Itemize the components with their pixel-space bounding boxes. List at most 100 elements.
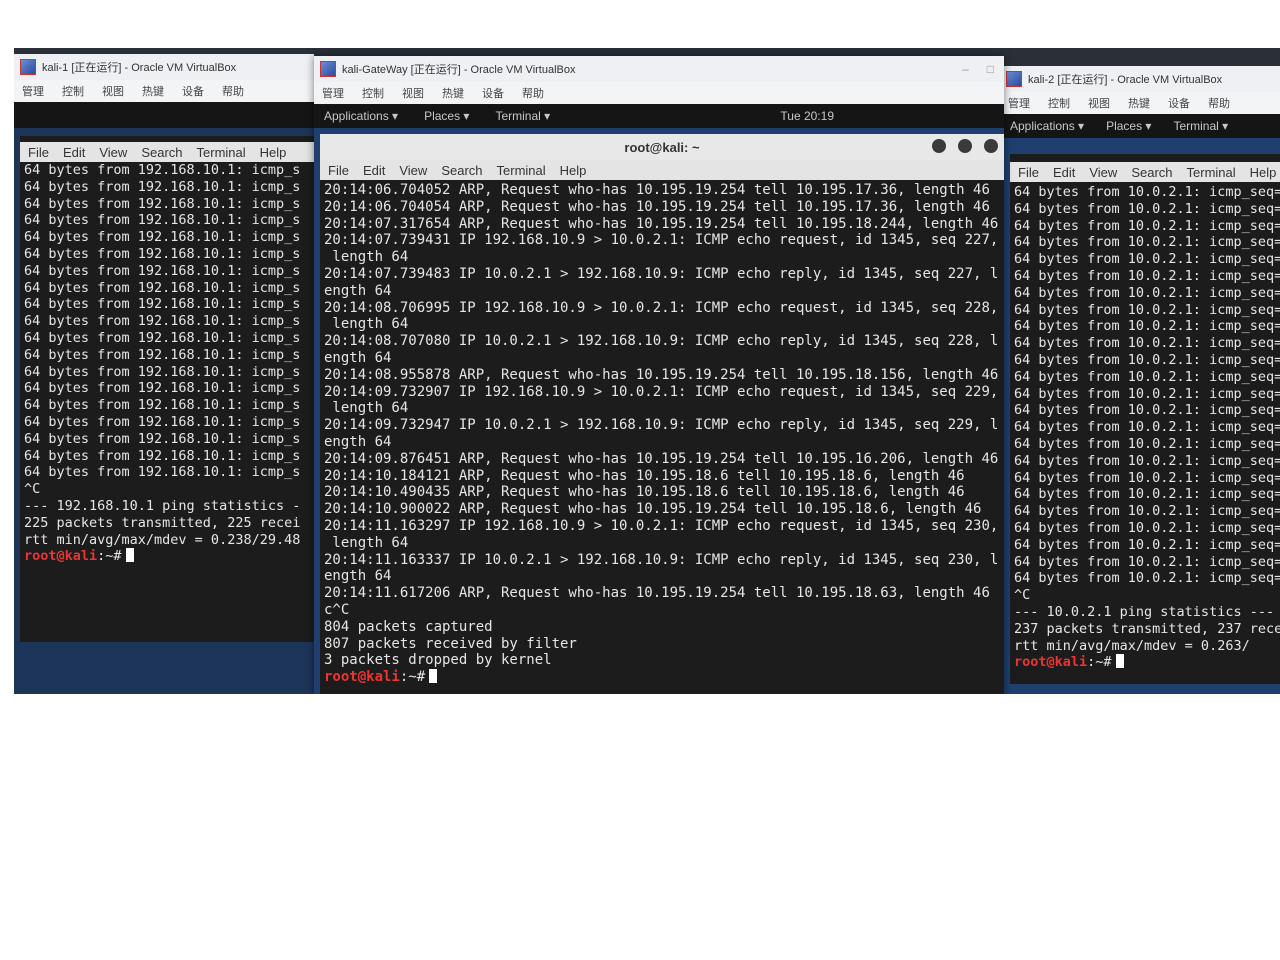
terminal-titlebar[interactable]: root@kali: ~ bbox=[320, 134, 1004, 160]
terminal-line: 64 bytes from 192.168.10.1: icmp_s bbox=[24, 262, 301, 279]
shell-prompt-user: root@kali bbox=[24, 548, 98, 565]
terminal-menubar: File Edit View Search Terminal Help bbox=[20, 142, 314, 162]
term-menu-search[interactable]: Search bbox=[1131, 165, 1172, 180]
terminal-window-controls bbox=[932, 139, 998, 153]
vm-menu-hotkey[interactable]: 热键 bbox=[1128, 95, 1150, 111]
vm-menu-control[interactable]: 控制 bbox=[362, 85, 384, 101]
maximize-icon[interactable]: □ bbox=[987, 62, 994, 76]
terminal-line: 64 bytes from 192.168.10.1: icmp_s bbox=[24, 413, 301, 430]
terminal-line: 20:14:07.739431 IP 192.168.10.9 > 10.0.2… bbox=[324, 232, 999, 249]
vm-menu-control[interactable]: 控制 bbox=[62, 83, 84, 99]
photo-of-monitor: kali-1 [正在运行] - Oracle VM VirtualBox 管理 … bbox=[14, 48, 1280, 694]
term-menu-terminal[interactable]: Terminal bbox=[497, 163, 546, 178]
minimize-icon[interactable]: – bbox=[962, 62, 969, 76]
close-icon[interactable] bbox=[984, 139, 998, 153]
term-menu-file[interactable]: File bbox=[1018, 165, 1039, 180]
term-menu-search[interactable]: Search bbox=[141, 145, 182, 160]
applications-menu[interactable]: Applications ▾ bbox=[324, 109, 398, 123]
gnome-top-bar: Applications ▾ Places ▾ Terminal ▾ Tue 2… bbox=[314, 104, 1004, 128]
terminal-line: 64 bytes from 10.0.2.1: icmp_seq= bbox=[1014, 536, 1280, 553]
shell-prompt-suffix: :~# bbox=[97, 548, 122, 565]
term-menu-view[interactable]: View bbox=[399, 163, 427, 178]
vm-screen: File Edit View Search Terminal Help 64 b… bbox=[14, 102, 314, 694]
minimize-icon[interactable] bbox=[932, 139, 946, 153]
terminal-output[interactable]: 64 bytes from 10.0.2.1: icmp_seq= 64 byte… bbox=[1010, 182, 1280, 672]
vm-menu-hotkey[interactable]: 热键 bbox=[142, 83, 164, 99]
terminal-line: 20:14:10.490435 ARP, Request who-has 10.… bbox=[324, 484, 965, 501]
vm-menu-manage[interactable]: 管理 bbox=[322, 85, 344, 101]
term-menu-edit[interactable]: Edit bbox=[363, 163, 385, 178]
term-menu-view[interactable]: View bbox=[99, 145, 127, 160]
terminal-line: rtt min/avg/max/mdev = 0.238/29.48 bbox=[24, 531, 301, 548]
terminal-line: 64 bytes from 10.0.2.1: icmp_seq= bbox=[1014, 217, 1280, 234]
vm-titlebar[interactable]: kali-1 [正在运行] - Oracle VM VirtualBox bbox=[14, 54, 314, 80]
vm-titlebar[interactable]: kali-GateWay [正在运行] - Oracle VM VirtualB… bbox=[314, 56, 1004, 82]
vm-menu-help[interactable]: 帮助 bbox=[222, 83, 244, 99]
term-menu-help[interactable]: Help bbox=[1250, 165, 1277, 180]
vm-menu-help[interactable]: 帮助 bbox=[522, 85, 544, 101]
terminal-line: length 64 bbox=[324, 316, 409, 333]
vm-window-kali-gateway: kali-GateWay [正在运行] - Oracle VM VirtualB… bbox=[314, 56, 1004, 694]
terminal-app-menu[interactable]: Terminal ▾ bbox=[1173, 119, 1228, 133]
vm-titlebar[interactable]: kali-2 [正在运行] - Oracle VM VirtualBox bbox=[1000, 66, 1280, 92]
term-menu-help[interactable]: Help bbox=[260, 145, 287, 160]
terminal-line: 64 bytes from 10.0.2.1: icmp_seq= bbox=[1014, 570, 1280, 587]
vm-window-kali-2: kali-2 [正在运行] - Oracle VM VirtualBox 管理 … bbox=[1000, 66, 1280, 694]
term-menu-terminal[interactable]: Terminal bbox=[1187, 165, 1236, 180]
term-menu-edit[interactable]: Edit bbox=[63, 145, 85, 160]
terminal-line: 64 bytes from 10.0.2.1: icmp_seq= bbox=[1014, 469, 1280, 486]
term-menu-terminal[interactable]: Terminal bbox=[197, 145, 246, 160]
terminal-line: 20:14:06.704054 ARP, Request who-has 10.… bbox=[324, 198, 990, 215]
clock[interactable]: Tue 20:19 bbox=[780, 109, 834, 123]
places-menu[interactable]: Places ▾ bbox=[424, 109, 469, 123]
shell-prompt-user: root@kali bbox=[324, 669, 400, 686]
terminal-line: 64 bytes from 10.0.2.1: icmp_seq= bbox=[1014, 402, 1280, 419]
applications-menu[interactable]: Applications ▾ bbox=[1010, 119, 1084, 133]
terminal-line: 64 bytes from 10.0.2.1: icmp_seq= bbox=[1014, 435, 1280, 452]
vm-menu-view[interactable]: 视图 bbox=[1088, 95, 1110, 111]
term-menu-search[interactable]: Search bbox=[441, 163, 482, 178]
terminal-output[interactable]: 64 bytes from 192.168.10.1: icmp_s 64 byt… bbox=[20, 162, 314, 566]
terminal-line: 3 packets dropped by kernel bbox=[324, 652, 552, 669]
terminal-line: 20:14:07.317654 ARP, Request who-has 10.… bbox=[324, 215, 999, 232]
terminal-line: length 64 bbox=[324, 400, 409, 417]
vm-menu-manage[interactable]: 管理 bbox=[22, 83, 44, 99]
terminal-line: 64 bytes from 10.0.2.1: icmp_seq= bbox=[1014, 318, 1280, 335]
vm-title: kali-1 [正在运行] - Oracle VM VirtualBox bbox=[42, 62, 237, 74]
terminal-line: --- 192.168.10.1 ping statistics - bbox=[24, 497, 301, 514]
terminal-line: 64 bytes from 10.0.2.1: icmp_seq= bbox=[1014, 503, 1280, 520]
term-menu-file[interactable]: File bbox=[28, 145, 49, 160]
term-menu-file[interactable]: File bbox=[328, 163, 349, 178]
vm-menu-view[interactable]: 视图 bbox=[102, 83, 124, 99]
shell-prompt-user: root@kali bbox=[1014, 654, 1088, 671]
vm-menu-control[interactable]: 控制 bbox=[1048, 95, 1070, 111]
term-menu-view[interactable]: View bbox=[1089, 165, 1117, 180]
vm-menu-manage[interactable]: 管理 bbox=[1008, 95, 1030, 111]
shell-prompt-line: root@kali:~# bbox=[324, 669, 1000, 686]
terminal-line: 64 bytes from 192.168.10.1: icmp_s bbox=[24, 346, 301, 363]
places-menu[interactable]: Places ▾ bbox=[1106, 119, 1151, 133]
virtualbox-icon bbox=[320, 61, 336, 77]
terminal-line: 20:14:10.184121 ARP, Request who-has 10.… bbox=[324, 467, 965, 484]
terminal-line: 64 bytes from 10.0.2.1: icmp_seq= bbox=[1014, 184, 1280, 200]
maximize-icon[interactable] bbox=[958, 139, 972, 153]
terminal-line: 64 bytes from 10.0.2.1: icmp_seq= bbox=[1014, 553, 1280, 570]
term-menu-help[interactable]: Help bbox=[560, 163, 587, 178]
vm-menu-help[interactable]: 帮助 bbox=[1208, 95, 1230, 111]
vm-menu-view[interactable]: 视图 bbox=[402, 85, 424, 101]
terminal-line: 64 bytes from 192.168.10.1: icmp_s bbox=[24, 279, 301, 296]
vm-menu-devices[interactable]: 设备 bbox=[1168, 95, 1190, 111]
terminal-output[interactable]: 20:14:06.704052 ARP, Request who-has 10.… bbox=[320, 180, 1004, 687]
vm-menu-devices[interactable]: 设备 bbox=[182, 83, 204, 99]
terminal-app-menu[interactable]: Terminal ▾ bbox=[495, 109, 550, 123]
vm-menu-hotkey[interactable]: 热键 bbox=[442, 85, 464, 101]
terminal-line: 20:14:09.732947 IP 10.0.2.1 > 192.168.10… bbox=[324, 417, 999, 434]
vm-menu-devices[interactable]: 设备 bbox=[482, 85, 504, 101]
terminal-line: 64 bytes from 192.168.10.1: icmp_s bbox=[24, 447, 301, 464]
virtualbox-icon bbox=[1006, 71, 1022, 87]
terminal-window: File Edit View Search Terminal Help 64 b… bbox=[1010, 154, 1280, 684]
terminal-line: 20:14:08.955878 ARP, Request who-has 10.… bbox=[324, 366, 999, 383]
terminal-line: ^C bbox=[24, 481, 41, 498]
term-menu-edit[interactable]: Edit bbox=[1053, 165, 1075, 180]
terminal-line: 64 bytes from 10.0.2.1: icmp_seq= bbox=[1014, 335, 1280, 352]
